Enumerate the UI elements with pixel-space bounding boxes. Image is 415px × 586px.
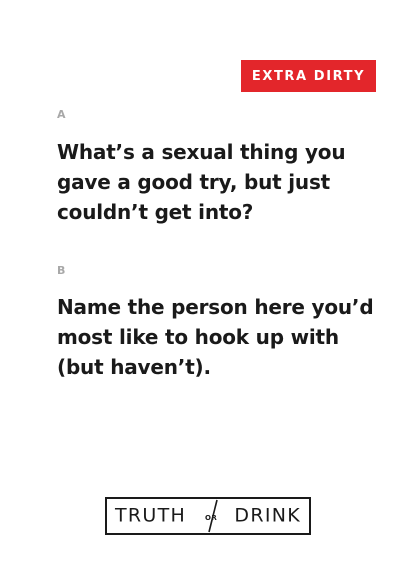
question-b-label: B (57, 264, 66, 277)
category-badge: EXTRA DIRTY (241, 60, 376, 92)
question-a-text: What’s a sexual thing you gave a good tr… (57, 140, 346, 224)
category-badge-label: EXTRA DIRTY (251, 68, 366, 84)
truth-or-drink-logo: TRUTH OR DRINK (105, 497, 311, 535)
question-a-label: A (57, 108, 66, 121)
question-b-text: Name the person here you’d most like to … (57, 295, 374, 379)
logo-or-word: OR (205, 514, 218, 522)
logo-drink-word: DRINK (234, 504, 301, 527)
question-card: EXTRA DIRTY A What’s a sexual thing you … (0, 0, 415, 586)
logo-truth-word: TRUTH (115, 504, 187, 527)
